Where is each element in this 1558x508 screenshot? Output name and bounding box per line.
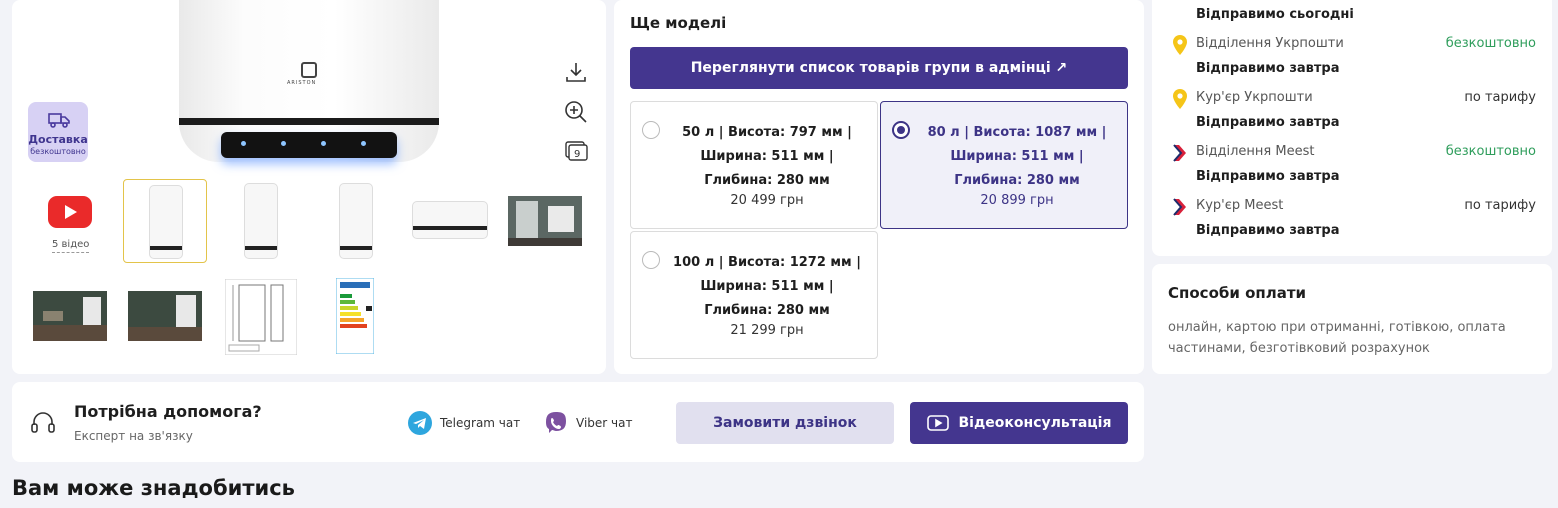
thumbnail-1[interactable] [123,179,207,263]
thumbnail-7[interactable] [123,275,207,359]
free-delivery-badge: Доставка безкоштовно [28,102,88,162]
payment-methods: Способи оплати онлайн, картою при отрима… [1152,264,1552,374]
help-subtitle: Експерт на зв'язку [74,429,193,443]
video-icon [926,415,949,431]
variant-price: 21 299 грн [730,323,804,338]
youtube-icon[interactable] [48,196,92,228]
energy-label [336,278,374,354]
delivery-options: Відправимо сьогодні Відділення Укрпошти … [1152,0,1552,256]
thumbnail-2[interactable] [218,179,302,263]
ukrposhta-pin-icon [1173,35,1187,55]
thumbnail-5[interactable] [503,179,587,263]
model-variant-50l[interactable]: 50 л | Висота: 797 мм | Ширина: 511 мм |… [630,101,878,229]
view-admin-list-button[interactable]: Переглянути список товарів групи в адмін… [630,47,1128,89]
request-call-button[interactable]: Замовити дзвінок [676,402,894,444]
gallery-count-icon[interactable]: 9 [563,138,589,164]
model-variant-80l[interactable]: 80 л | Висота: 1087 мм | Ширина: 511 мм … [880,101,1128,229]
help-title: Потрібна допомога? [74,402,262,421]
ukrposhta-pin-icon [1173,89,1187,109]
video-count-link[interactable]: 5 відео [52,239,90,253]
payment-text: онлайн, картою при отриманні, готівкою, … [1168,320,1506,356]
thumbnail-9[interactable] [313,275,397,359]
help-bar: Потрібна допомога? Експерт на зв'язку Te… [12,382,1144,462]
payment-title: Способи оплати [1168,284,1307,302]
interior-photo [33,291,107,341]
viber-chat-link[interactable]: Viber чат [544,410,632,436]
models-title: Ще моделі [630,14,727,32]
viber-icon [546,412,566,433]
variant-price: 20 899 грн [980,193,1054,208]
dimensions-drawing [225,279,297,355]
zoom-in-icon[interactable] [563,99,589,125]
heater-control-panel [221,132,397,158]
thumbnail-6[interactable] [28,275,112,359]
meest-logo-icon [1173,198,1186,216]
variant-radio-selected[interactable] [892,121,910,139]
thumbnail-8[interactable] [218,275,302,359]
section-title: Вам може знадобитись [12,476,295,500]
badge-subtitle: безкоштовно [30,147,86,156]
video-consultation-button[interactable]: Відеоконсультація [910,402,1128,444]
variant-radio[interactable] [642,251,660,269]
interior-photo [128,291,202,341]
truck-icon [48,113,70,128]
telegram-icon [408,411,432,435]
more-models-panel: Ще моделі Переглянути список товарів гру… [614,0,1144,374]
thumbnail-4[interactable] [408,179,492,263]
thumbnail-3[interactable] [313,179,397,263]
telegram-chat-link[interactable]: Telegram чат [408,410,520,436]
main-product-image[interactable]: ARISTON [179,0,439,162]
brand-logo [301,62,317,78]
bathroom-photo [508,196,582,246]
product-gallery: ARISTON Доставка безкоштовно 9 5 відео [12,0,606,374]
model-variant-100l[interactable]: 100 л | Висота: 1272 мм | Ширина: 511 мм… [630,231,878,359]
headset-icon [31,412,55,433]
variant-radio[interactable] [642,121,660,139]
svg-text:9: 9 [574,149,580,160]
download-icon[interactable] [563,59,589,85]
meest-logo-icon [1173,144,1186,162]
variant-price: 20 499 грн [730,193,804,208]
badge-title: Доставка [28,133,88,146]
